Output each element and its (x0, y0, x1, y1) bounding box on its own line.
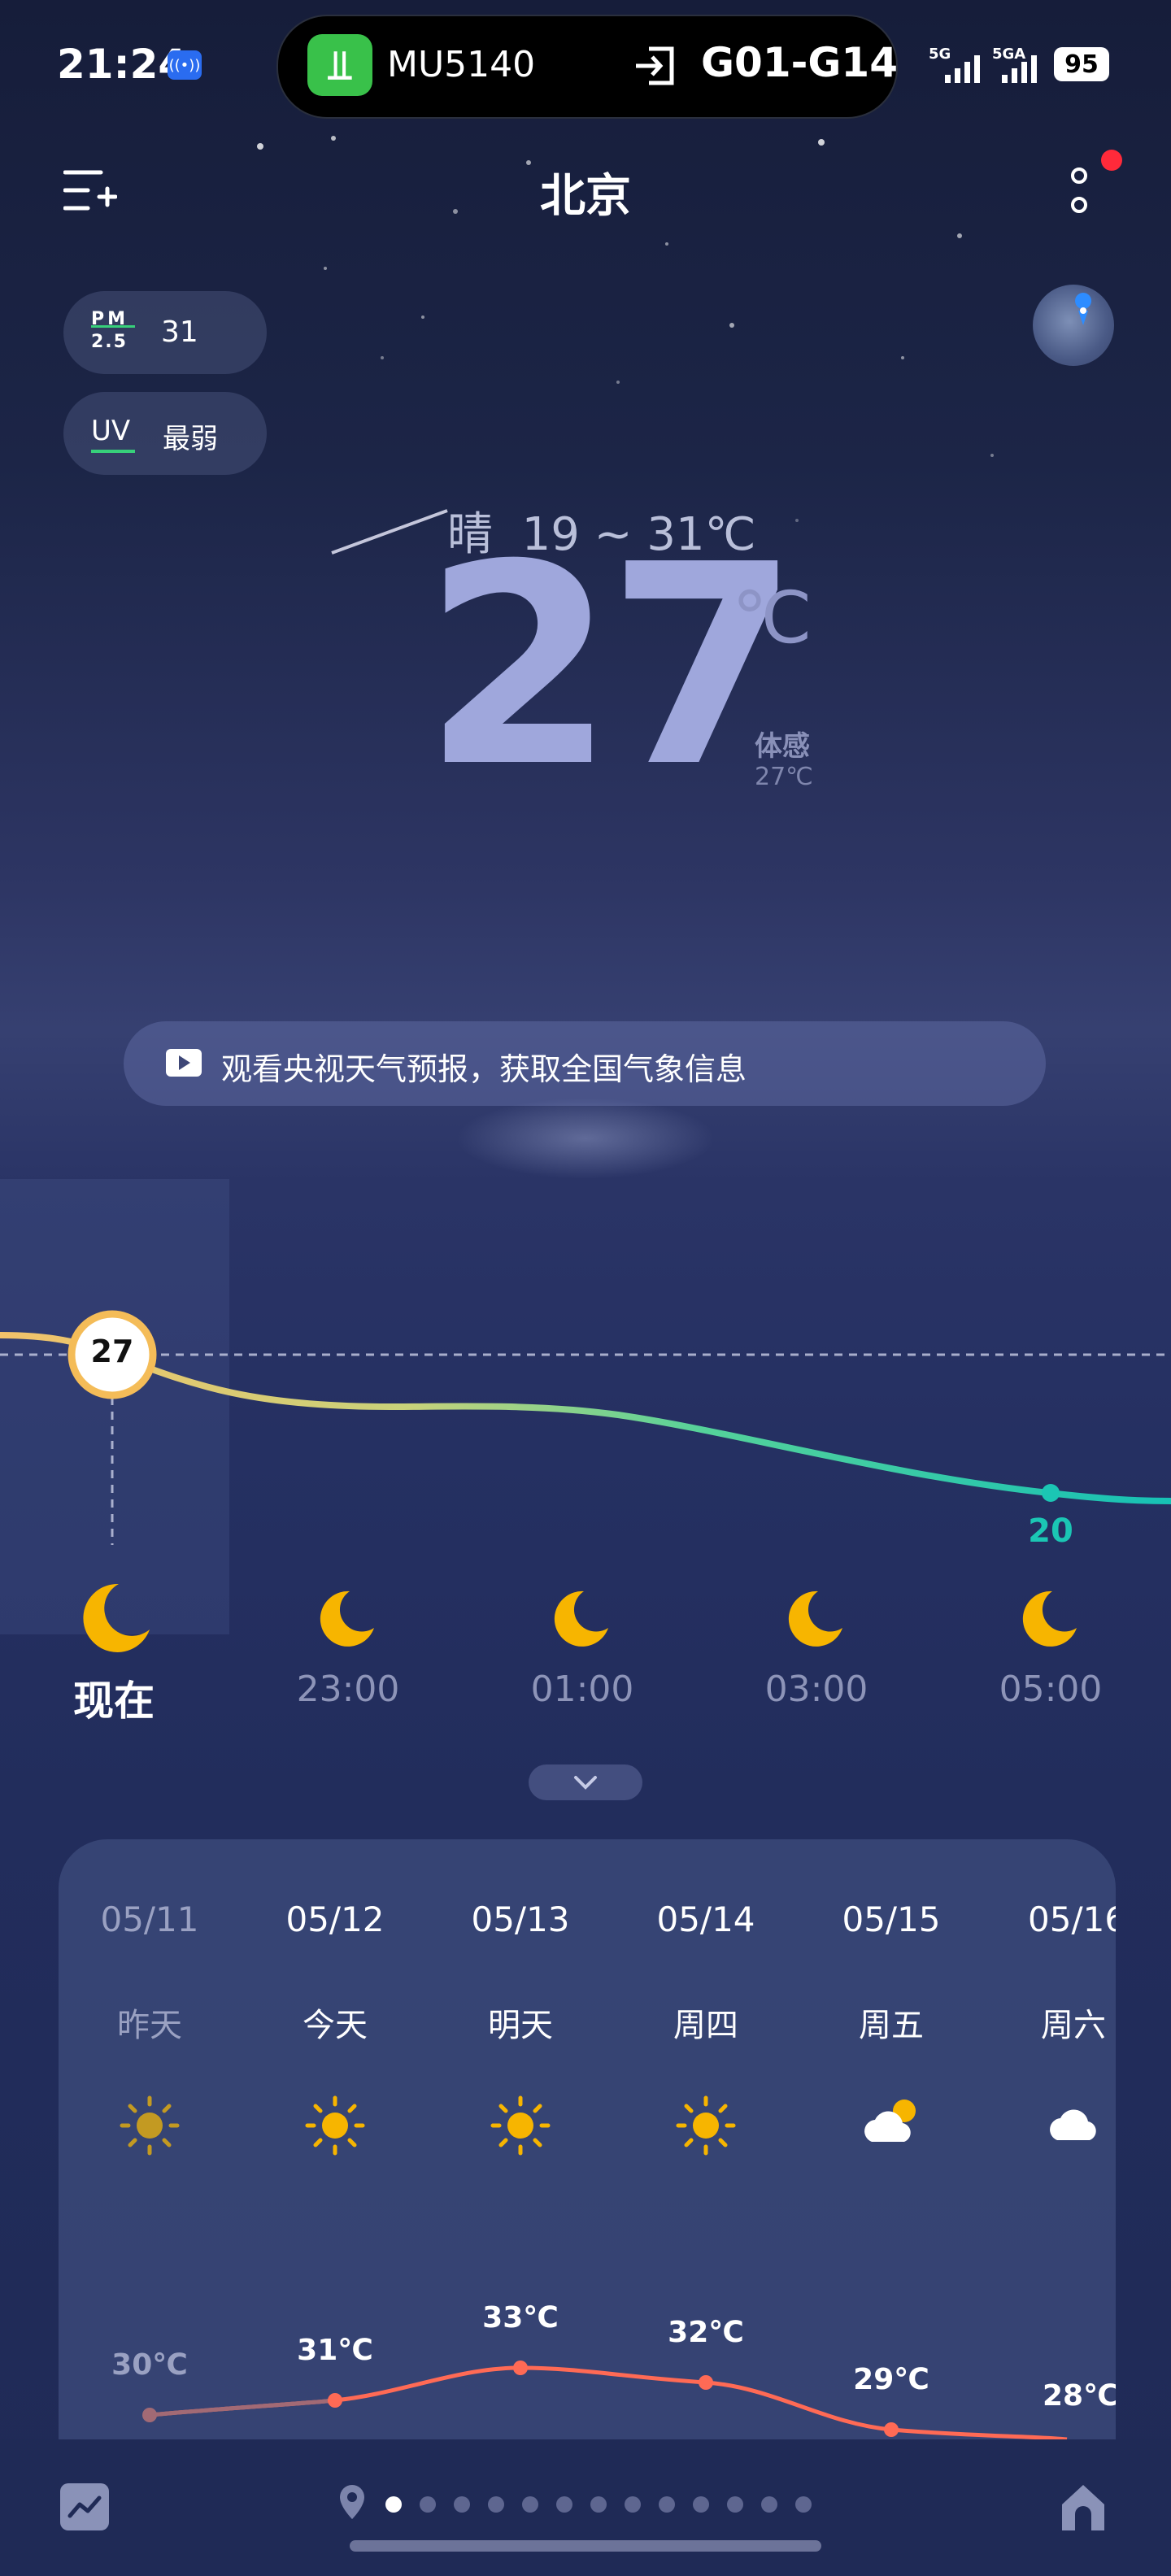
hotspot-icon: ((•)) (168, 50, 202, 80)
day-high-temp: 33℃ (482, 2301, 559, 2334)
page-dot[interactable] (761, 2496, 777, 2513)
temp-unit: ℃ (732, 576, 812, 659)
expand-hourly-button[interactable] (529, 1764, 642, 1800)
day-date: 05/12 (285, 1899, 385, 1939)
more-vertical-icon[interactable] (1067, 168, 1091, 216)
feels-like-value: 27℃ (755, 763, 813, 791)
day-name: 周六 (1041, 2007, 1106, 2044)
glow-decoration (455, 1098, 716, 1179)
feels-like-label: 体感 (755, 730, 810, 763)
day-date: 05/15 (842, 1899, 941, 1939)
day-high-temp: 29℃ (853, 2363, 929, 2396)
page-dot[interactable] (693, 2496, 709, 2513)
home-icon[interactable] (1057, 2480, 1109, 2534)
day-date: 05/14 (656, 1899, 755, 1939)
sun-icon (120, 2095, 180, 2156)
chevron-down-icon (574, 1776, 597, 1790)
page-dot[interactable] (727, 2496, 743, 2513)
page-dot[interactable] (454, 2496, 470, 2513)
moon-icon (554, 1590, 608, 1647)
hour-label-now: 现在 (73, 1677, 155, 1725)
moon-icon (83, 1583, 150, 1652)
day-name: 今天 (303, 2007, 368, 2044)
moon-icon (320, 1590, 374, 1647)
page-dot[interactable] (522, 2496, 538, 2513)
day-high-temp: 31℃ (297, 2334, 373, 2367)
page-dot[interactable] (625, 2496, 641, 2513)
banner-text: 观看央视天气预报，获取全国气象信息 (221, 1051, 747, 1087)
page-dot-active[interactable] (385, 2496, 402, 2513)
play-icon (166, 1049, 202, 1077)
day-date: 05/11 (100, 1899, 199, 1939)
flight-app-icon: ⫫ (307, 34, 372, 96)
current-temperature: 27 (423, 506, 799, 828)
signal-bars-2-icon (1002, 55, 1037, 83)
hour-label: 03:00 (764, 1669, 868, 1710)
trend-chart-icon[interactable] (60, 2483, 109, 2530)
bottom-bar (0, 2439, 1171, 2576)
pm25-value: 31 (161, 315, 198, 349)
moon-icon (788, 1590, 842, 1647)
page-dot[interactable] (795, 2496, 812, 2513)
day-high-temp: 28℃ (1043, 2379, 1116, 2413)
map-globe-icon[interactable] (1033, 285, 1114, 366)
gate-enter-icon (636, 46, 674, 85)
now-temp-marker: 27 (90, 1334, 134, 1369)
sun-icon (490, 2095, 551, 2156)
page-dot[interactable] (556, 2496, 572, 2513)
page-dot[interactable] (420, 2496, 436, 2513)
hourly-temp-curve (0, 1310, 1171, 1545)
uv-underline (91, 450, 135, 453)
page-dot[interactable] (659, 2496, 675, 2513)
day-name: 周五 (859, 2007, 924, 2044)
sun-icon (305, 2095, 365, 2156)
day-name: 明天 (488, 2007, 553, 2044)
hour-label: 23:00 (296, 1669, 400, 1710)
location-pin-icon (340, 2485, 364, 2519)
uv-label: UV (91, 415, 131, 447)
gate-number: G01-G14 (701, 39, 898, 86)
hour-label: 01:00 (530, 1669, 634, 1710)
hour-label: 05:00 (999, 1669, 1103, 1710)
day-high-temp: 32℃ (668, 2316, 744, 2349)
sun-icon (676, 2095, 736, 2156)
day-high-temp: 30℃ (111, 2348, 188, 2382)
battery-level: 95 (1054, 47, 1109, 81)
low-temp-marker: 20 (1028, 1512, 1073, 1550)
cloud-icon (1050, 2109, 1096, 2140)
pm-label-bottom: 2.5 (91, 332, 128, 352)
moon-icon (1022, 1590, 1077, 1647)
notification-dot (1101, 150, 1122, 171)
day-name: 周四 (673, 2007, 738, 2044)
page-dot[interactable] (488, 2496, 504, 2513)
day-name: 昨天 (117, 2007, 182, 2044)
city-title[interactable]: 北京 (0, 159, 1171, 225)
uv-value: 最弱 (163, 423, 218, 455)
signal-bars-icon (945, 55, 980, 83)
flight-number: MU5140 (387, 44, 536, 85)
partly-cloudy-icon (864, 2100, 916, 2142)
day-date: 05/16 (1028, 1899, 1116, 1939)
page-dot[interactable] (590, 2496, 607, 2513)
home-indicator[interactable] (350, 2540, 821, 2552)
day-date: 05/13 (471, 1899, 570, 1939)
pm-divider (91, 325, 135, 328)
